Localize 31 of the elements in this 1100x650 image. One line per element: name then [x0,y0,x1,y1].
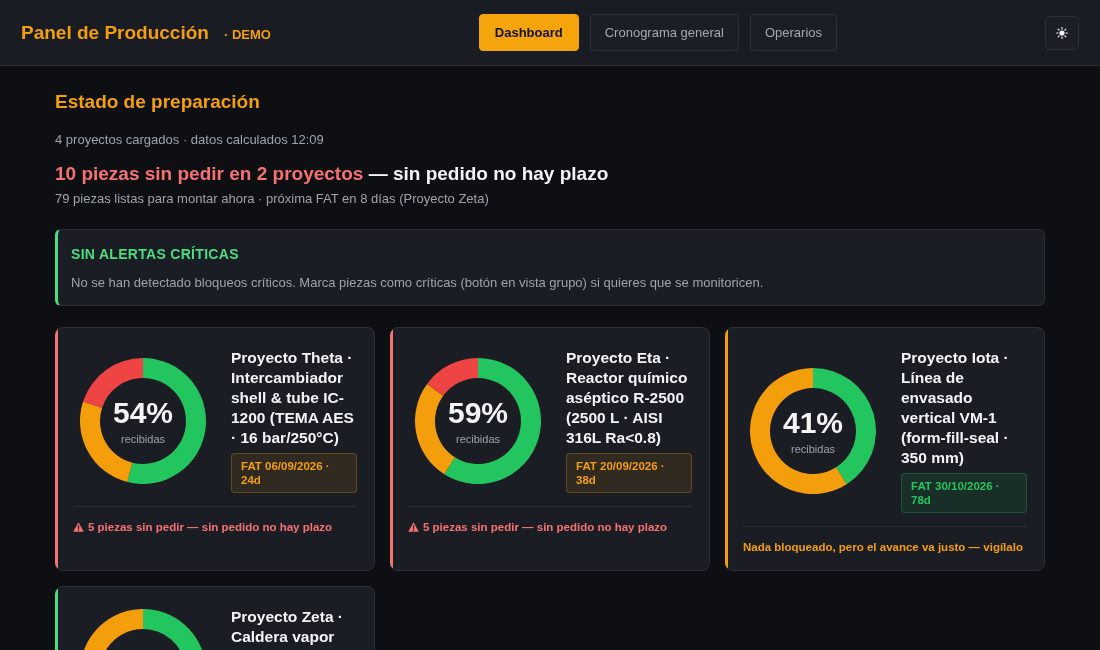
fat-badge: FAT 06/09/2026 · 24d [231,453,357,493]
status-note: 5 piezas sin pedir — sin pedido no hay plazo [88,520,333,535]
nav-tab[interactable]: Dashboard [478,14,579,51]
percent-label: recibidas [791,441,835,456]
percent-value: 54% [112,395,173,430]
nav-tab[interactable]: Operarios [749,14,838,51]
percent-value: 59% [447,395,508,430]
app-title: Panel de Producción [21,21,209,44]
theme-toggle-button[interactable] [1045,15,1079,50]
percent-label: recibidas [456,431,500,446]
alert-text: No se han detectado bloqueos críticos. Marca piezas como críticas (botón en vista grupo) si quieres que se monitoricen. [71,274,765,292]
alert-title: SIN ALERTAS CRÍTICAS [71,245,240,263]
project-title: Proyecto Zeta · Caldera vapor [231,607,344,647]
warning-icon [408,522,419,532]
percent-value: 41% [782,405,843,440]
project-title: Proyecto Theta · Intercambiador shell & tube IC-1200 (TEMA AES · 16 bar/250°C) [231,348,355,448]
fat-badge: FAT 30/10/2026 · 78d [901,473,1027,513]
project-title: Proyecto Iota · Línea de envasado vertical VM-1 (form-fill-seal · 350 mm) [901,348,1010,468]
sun-icon [1056,26,1068,39]
load-info: 4 proyectos cargados · datos calculados 12:09 [55,131,325,149]
fat-badge: FAT 20/09/2026 · 38d [566,453,692,493]
nav-tab[interactable]: Cronograma general [589,14,739,51]
demo-label: · DEMO [223,26,271,42]
percent-label: recibidas [121,431,165,446]
summary-text: 79 piezas listas para montar ahora · próxima FAT en 8 días (Proyecto Zeta) [55,190,490,208]
status-note: Nada bloqueado, pero el avance va justo — vigílalo [743,540,1023,555]
headline: 10 piezas sin pedir en 2 proyectos — sin pedido no hay plazo [55,162,610,186]
section-title: Estado de preparación [55,90,261,114]
status-note: 5 piezas sin pedir — sin pedido no hay plazo [423,520,668,535]
warning-icon [73,522,84,532]
project-title: Proyecto Eta · Reactor químico aséptico R-2500 (2500 L · AISI 316L Ra<0.8) [566,348,689,448]
